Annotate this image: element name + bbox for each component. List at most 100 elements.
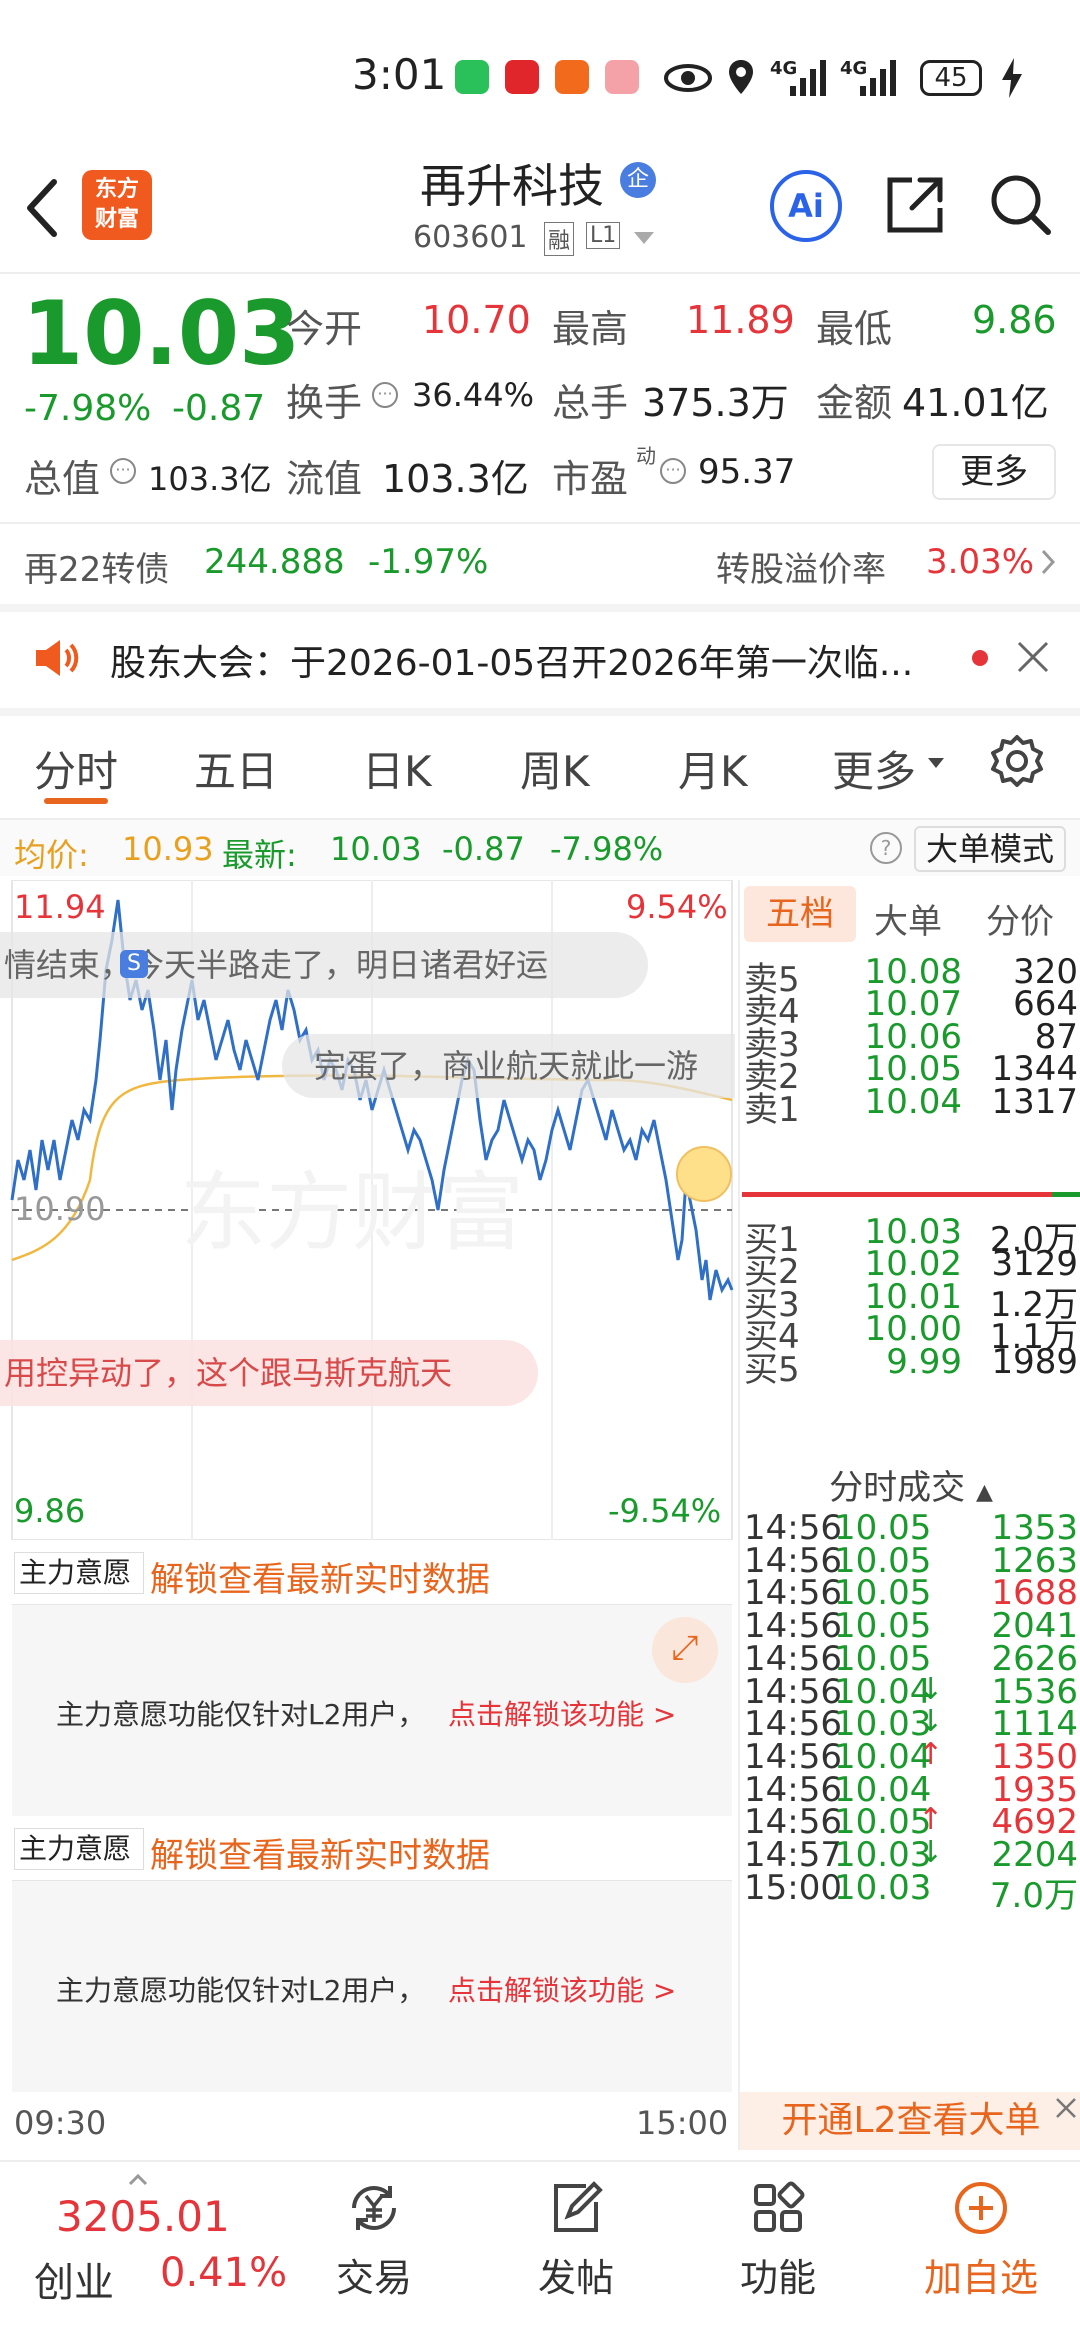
wechat-icon [455, 60, 489, 94]
speaker-icon [36, 640, 79, 676]
latest-label: 最新: [222, 836, 297, 874]
high-value: 11.89 [686, 298, 795, 342]
more-button[interactable]: 更多 [932, 444, 1056, 500]
post-tab[interactable]: 发帖 [516, 2178, 636, 2302]
ai-button[interactable]: Ai [770, 170, 842, 242]
indicator-select[interactable]: 主力意愿 ▼ [14, 1828, 144, 1902]
function-label: 功能 [739, 2256, 816, 2300]
index-pct[interactable]: 0.41% [160, 2250, 287, 2296]
search-icon[interactable] [988, 172, 1052, 236]
trades-header[interactable]: 分时成交 ▲ [740, 1460, 1080, 1509]
change-value: -0.87 [172, 388, 266, 429]
pe-value: 95.37 [698, 452, 796, 492]
tab-big-orders[interactable]: 大单 [874, 894, 942, 943]
expand-up-icon[interactable] [128, 2174, 148, 2186]
gear-icon[interactable] [990, 734, 1044, 788]
tab-active-indicator [44, 798, 108, 804]
edit-icon [554, 2181, 603, 2232]
trade-price: 10.03 [834, 1867, 932, 1908]
bullet-comment-text: 情结束，今天半路走了，明日诸君好运 [4, 946, 549, 984]
margin-tag: 融 [544, 222, 575, 256]
post-label: 发帖 [537, 2256, 614, 2300]
big-order-mode-label: 大单模式 [925, 830, 1054, 868]
unlock-link[interactable]: 解锁查看最新实时数据 [150, 1552, 490, 1601]
status-time: 3:01 [352, 50, 447, 99]
ask-row[interactable]: 卖1 10.04 1317 [740, 1081, 1080, 1130]
ask-label: 卖1 [744, 1089, 800, 1130]
unlock-feature-link[interactable]: 点击解锁该功能 > [448, 1969, 676, 2009]
expand-icon[interactable]: ⤢ [652, 1617, 718, 1683]
bullet-comment[interactable]: 情结束，今天半路走了，明日诸君好运 [0, 932, 648, 998]
chart-mid-price: 10.90 [14, 1190, 106, 1228]
amount-label: 金额 [816, 381, 893, 425]
stock-code: 603601 [413, 220, 528, 255]
tab-five-level[interactable]: 五档 [744, 886, 856, 942]
unlock-feature-link[interactable]: 点击解锁该功能 > [448, 1693, 676, 1733]
notice-dot [972, 650, 988, 666]
back-icon[interactable] [20, 176, 64, 240]
add-watchlist-tab[interactable]: 加自选 [906, 2178, 1056, 2302]
bottom-bar: 3205.01 创业 0.41% 交易 发帖 功能 加自选 [0, 2160, 1080, 2340]
tab-daily-k[interactable]: 日K [362, 738, 432, 799]
ask-price: 10.04 [864, 1081, 962, 1122]
mcap-label: 总值 [24, 457, 101, 501]
grid-icon [754, 2181, 805, 2232]
bullet-comment-text: 完蛋了，商业航天就此一游 [314, 1047, 699, 1085]
tab-monthly-k[interactable]: 月K [678, 738, 748, 799]
ask-volume: 1317 [991, 1081, 1078, 1122]
close-icon[interactable] [1016, 640, 1050, 674]
function-tab[interactable]: 功能 [718, 2178, 838, 2302]
enterprise-badge: 企 [620, 162, 656, 198]
bullet-comment[interactable]: 用控异动了，这个跟马斯克航天 [0, 1340, 538, 1406]
tab-price-split[interactable]: 分价 [986, 894, 1054, 943]
battery-level: 45 [934, 63, 968, 93]
tab-five-day[interactable]: 五日 [194, 738, 278, 799]
indicator-select-label: 主力意愿 [19, 1832, 132, 1865]
indicator-locked-area: 主力意愿功能仅针对L2用户， 点击解锁该功能 > [12, 1880, 732, 2092]
sell-marker-icon: S [120, 950, 148, 978]
bid-row[interactable]: 买5 9.99 1989 [740, 1342, 1080, 1390]
float-label: 流值 [286, 457, 363, 501]
index-name[interactable]: 创业 [34, 2250, 114, 2308]
trade-label: 交易 [335, 2256, 412, 2300]
time-axis-end: 15:00 [636, 2104, 729, 2142]
big-order-mode-button[interactable]: 大单模式 [914, 826, 1066, 872]
help-icon[interactable]: ? [870, 832, 902, 864]
high-label: 最高 [552, 307, 629, 351]
l2-banner-label: 开通L2查看大单 [781, 2100, 1041, 2141]
close-icon[interactable] [1054, 2096, 1078, 2120]
latest-value: 10.03 [330, 830, 422, 868]
dropdown-icon[interactable] [634, 232, 654, 246]
bullet-comment[interactable]: 完蛋了，商业航天就此一游 [282, 1034, 735, 1098]
trade-row: 15:00 10.03 7.0万 [740, 1867, 1080, 1916]
share-icon[interactable] [884, 174, 946, 236]
trade-tab[interactable]: 交易 [314, 2178, 434, 2302]
indicator-select[interactable]: 主力意愿 ▼ [14, 1552, 144, 1626]
volume-label: 总手 [552, 381, 629, 425]
tab-more[interactable]: 更多 [832, 738, 916, 799]
mascot-icon[interactable] [676, 1146, 732, 1202]
info-icon[interactable]: ··· [110, 458, 136, 484]
tab-intraday[interactable]: 分时 [34, 738, 118, 799]
pe-label: 市盈 [552, 457, 629, 501]
time-axis-start: 09:30 [14, 2104, 107, 2142]
app-icon [605, 60, 639, 94]
trades-title: 分时成交 [829, 1468, 966, 1508]
open-value: 10.70 [422, 298, 531, 342]
spread-bar-green [1052, 1192, 1080, 1197]
unlock-link[interactable]: 解锁查看最新实时数据 [150, 1828, 490, 1877]
turnover-label: 换手 [286, 381, 363, 425]
info-icon[interactable]: ··· [372, 382, 398, 408]
index-value[interactable]: 3205.01 [56, 2192, 230, 2241]
app-logo[interactable]: 东方 财富 [82, 170, 152, 240]
bond-change: -1.97% [368, 542, 489, 582]
l2-banner[interactable]: 开通L2查看大单 [740, 2092, 1080, 2150]
info-icon[interactable]: ··· [660, 458, 686, 484]
tab-weekly-k[interactable]: 周K [520, 738, 590, 799]
intraday-chart[interactable]: 东方财富 11.94 9.54% 10.90 9.86 -9.54% 情结束，今… [0, 879, 735, 1541]
volume-value: 375.3万 [642, 381, 789, 425]
app-icon [555, 60, 589, 94]
chevron-right-icon [1041, 549, 1056, 575]
trade-volume: 7.0万 [989, 1875, 1078, 1916]
last-price: 10.03 [22, 282, 301, 385]
